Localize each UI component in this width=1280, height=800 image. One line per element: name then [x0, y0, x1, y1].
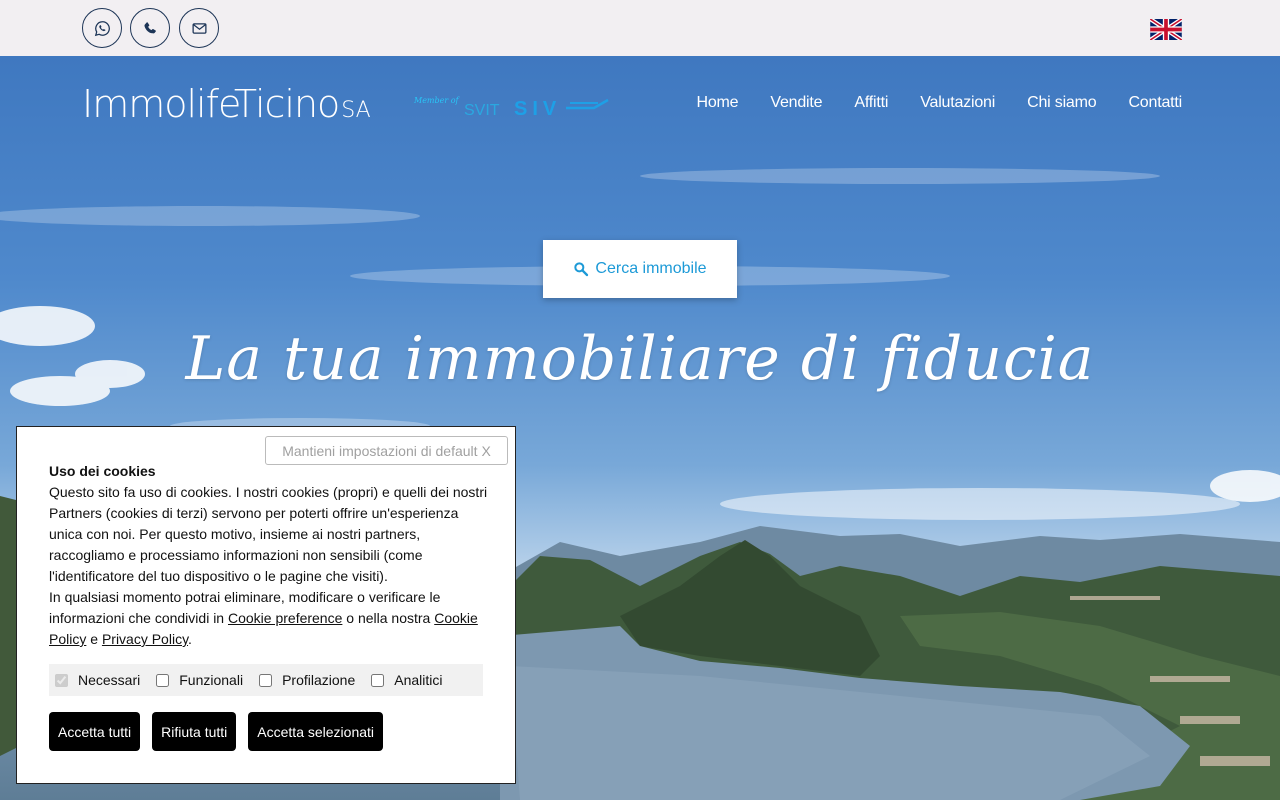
- phone-button[interactable]: [130, 8, 170, 48]
- reject-all-button[interactable]: Rifiuta tutti: [152, 712, 237, 751]
- siv-wave-icon: [566, 98, 609, 110]
- whatsapp-icon: [94, 20, 110, 36]
- cookie-text-part: o nella nostra: [342, 610, 435, 626]
- main-nav: Home Vendite Affitti Valutazioni Chi sia…: [696, 94, 1182, 112]
- cookie-buttons: Accetta tutti Rifiuta tutti Accetta sele…: [49, 712, 384, 751]
- nav-chi-siamo[interactable]: Chi siamo: [1027, 94, 1097, 112]
- option-label: Profilazione: [282, 672, 356, 688]
- profilazione-checkbox[interactable]: [259, 673, 273, 687]
- nav-vendite[interactable]: Vendite: [770, 94, 822, 112]
- hero-tagline: La tua immobiliare di fiducia: [185, 324, 1095, 394]
- option-label: Necessari: [78, 672, 141, 688]
- whatsapp-button[interactable]: [82, 8, 122, 48]
- search-button-label: Cerca immobile: [595, 260, 707, 277]
- accept-selected-button[interactable]: Accetta selezionati: [248, 712, 384, 751]
- option-label: Analitici: [394, 672, 443, 688]
- cookie-text-part: e: [86, 631, 102, 647]
- option-label: Funzionali: [179, 672, 244, 688]
- option-funzionali[interactable]: Funzionali: [156, 672, 243, 688]
- logo-suffix: SA: [341, 98, 371, 123]
- contact-topbar: [0, 0, 1280, 56]
- cookie-paragraph-1: Questo sito fa uso di cookies. I nostri …: [49, 484, 488, 584]
- accept-all-button[interactable]: Accetta tutti: [49, 712, 141, 751]
- option-necessari[interactable]: Necessari: [55, 672, 140, 688]
- cookie-preference-link[interactable]: Cookie preference: [228, 610, 342, 626]
- nav-contatti[interactable]: Contatti: [1128, 94, 1182, 112]
- siv-logo: SIV: [514, 98, 562, 120]
- search-property-button[interactable]: Cerca immobile: [543, 240, 737, 298]
- option-analitici[interactable]: Analitici: [371, 672, 442, 688]
- cookie-text: Uso dei cookies Questo sito fa uso di co…: [49, 461, 489, 650]
- cookie-title: Uso dei cookies: [49, 463, 156, 479]
- option-profilazione[interactable]: Profilazione: [259, 672, 355, 688]
- nav-affitti[interactable]: Affitti: [854, 94, 888, 112]
- cookie-consent-dialog: Mantieni impostazioni di default X Uso d…: [16, 426, 516, 784]
- uk-flag-icon[interactable]: [1150, 19, 1182, 40]
- privacy-policy-link[interactable]: Privacy Policy: [102, 631, 188, 647]
- svit-logo: SVIT: [464, 102, 500, 119]
- logo-text: ImmolifeTicino: [82, 82, 340, 126]
- cookie-paragraph-2: In qualsiasi momento potrai eliminare, m…: [49, 587, 489, 650]
- phone-icon: [143, 21, 156, 33]
- nav-home[interactable]: Home: [696, 94, 738, 112]
- funzionali-checkbox[interactable]: [156, 673, 170, 687]
- member-of-label: Member of: [414, 96, 459, 105]
- search-icon: [574, 262, 589, 277]
- membership-logos: Member of SVIT SIV: [414, 96, 610, 122]
- cookie-text-part: .: [188, 631, 192, 647]
- cookie-options: Necessari Funzionali Profilazione Analit…: [49, 664, 483, 696]
- analitici-checkbox[interactable]: [371, 673, 385, 687]
- site-logo[interactable]: ImmolifeTicinoSA: [82, 82, 371, 126]
- nav-valutazioni[interactable]: Valutazioni: [920, 94, 995, 112]
- mail-button[interactable]: [179, 8, 219, 48]
- mail-icon: [191, 22, 207, 34]
- necessari-checkbox[interactable]: [55, 673, 68, 687]
